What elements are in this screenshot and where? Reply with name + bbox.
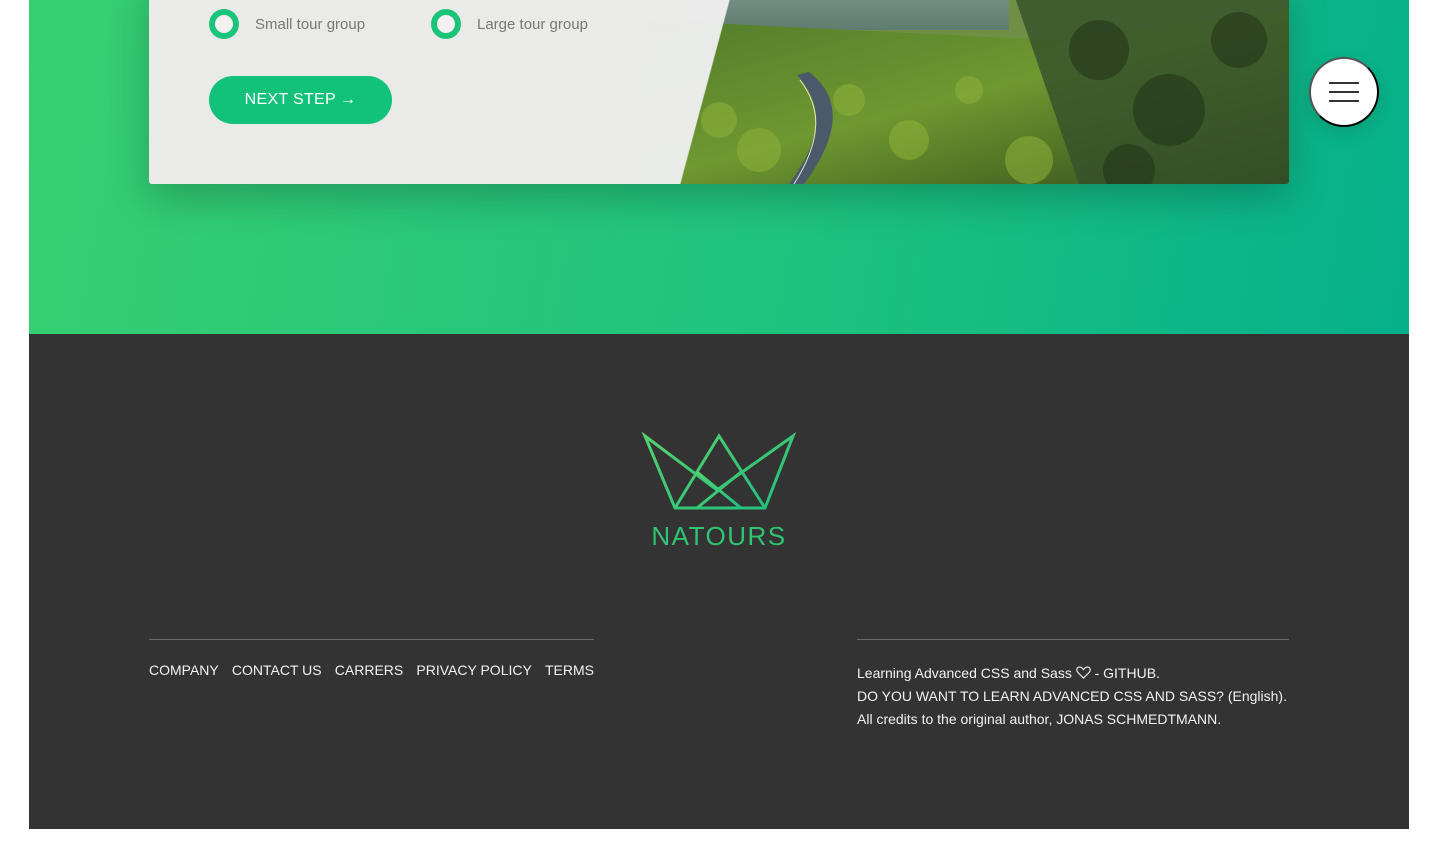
credits-text: All credits to the original author,: [857, 711, 1057, 727]
course-link[interactable]: DO YOU WANT TO LEARN ADVANCED CSS AND SA…: [857, 688, 1287, 704]
page-frame: Small tour group Large tour group Next s…: [29, 0, 1409, 829]
footer-navigation: COMPANY CONTACT US CARRERS PRIVACY POLIC…: [149, 639, 594, 678]
radio-label-large: Large tour group: [477, 15, 588, 33]
footer-link-careers[interactable]: CARRERS: [335, 662, 403, 678]
crown-logo-icon: [641, 431, 797, 510]
radio-small-tour-group[interactable]: Small tour group: [209, 9, 365, 39]
footer: NATOURS COMPANY CONTACT US CARRERS PRIVA…: [29, 334, 1409, 829]
github-link[interactable]: GITHUB.: [1103, 665, 1160, 681]
natours-logo[interactable]: NATOURS: [641, 430, 797, 554]
radio-label-small: Small tour group: [255, 15, 366, 33]
next-step-button[interactable]: Next step →: [209, 76, 392, 124]
logo-text: NATOURS: [651, 521, 787, 551]
hamburger-line: [1329, 91, 1359, 93]
author-link[interactable]: JONAS SCHMEDTMANN.: [1056, 711, 1221, 727]
footer-link-terms[interactable]: TERMS: [545, 662, 594, 678]
booking-section: Small tour group Large tour group Next s…: [29, 0, 1409, 334]
footer-link-company[interactable]: COMPANY: [149, 662, 219, 678]
footer-link-contact-us[interactable]: CONTACT US: [232, 662, 322, 678]
radio-button-icon[interactable]: [209, 9, 239, 39]
footer-credits: Learning Advanced CSS and Sass - GITHUB.…: [857, 639, 1289, 731]
hamburger-line: [1329, 100, 1359, 102]
radio-large-tour-group[interactable]: Large tour group: [431, 9, 588, 39]
navigation-menu-button[interactable]: [1309, 57, 1379, 127]
next-step-label: Next step: [244, 91, 336, 108]
heart-icon: [1075, 666, 1091, 679]
footer-link-privacy-policy[interactable]: PRIVACY POLICY: [416, 662, 531, 678]
credits-intro-text: Learning Advanced CSS and Sass: [857, 665, 1072, 681]
hamburger-line: [1329, 82, 1359, 84]
arrow-right-icon: →: [340, 91, 357, 108]
radio-button-icon[interactable]: [431, 9, 461, 39]
credits-separator: -: [1090, 665, 1104, 681]
booking-card: Small tour group Large tour group Next s…: [149, 0, 1289, 184]
